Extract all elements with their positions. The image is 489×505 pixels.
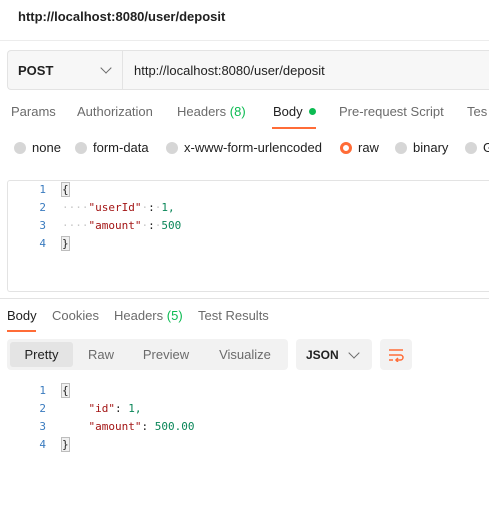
view-pretty-button[interactable]: Pretty [10, 342, 73, 367]
code-line: ····"amount"·:·500 [62, 219, 182, 232]
line-number: 1 [39, 384, 46, 397]
active-tab-indicator [272, 127, 316, 129]
line-number: 4 [39, 237, 46, 250]
radio-circle [395, 141, 407, 154]
chevron-down-icon [348, 346, 360, 359]
radio-label: G [483, 140, 489, 155]
open-brace: { [61, 383, 70, 398]
radio-circle-selected [340, 141, 352, 154]
code-line: } [61, 437, 70, 452]
tab-headers[interactable]: Headers (8) [177, 104, 246, 119]
code-line: } [61, 236, 70, 251]
json-value: 500.00 [154, 420, 195, 433]
method-select[interactable]: POST [8, 51, 123, 89]
url-input[interactable]: http://localhost:8080/user/deposit [134, 51, 325, 89]
tab-headers-count: (8) [229, 104, 246, 119]
json-key: "amount" [88, 219, 142, 232]
radio-none[interactable]: none [14, 140, 61, 155]
json-value: 1, [128, 402, 142, 415]
method-label: POST [18, 62, 54, 78]
response-tab-test-results[interactable]: Test Results [198, 308, 269, 323]
tab-headers-label: Headers [177, 104, 227, 119]
radio-label: raw [358, 140, 379, 155]
format-select[interactable]: JSON [296, 339, 372, 370]
format-label: JSON [306, 347, 339, 362]
radio-circle [75, 141, 87, 154]
code-line: { [61, 383, 70, 398]
chevron-down-icon [100, 62, 112, 74]
wrap-lines-button[interactable] [380, 339, 412, 370]
wrap-lines-icon [389, 348, 404, 362]
divider [0, 40, 489, 41]
close-brace: } [61, 236, 70, 251]
json-key: "userId" [88, 201, 142, 214]
line-number: 3 [39, 420, 46, 433]
radio-binary[interactable]: binary [395, 140, 448, 155]
response-tab-headers-count: (5) [166, 308, 183, 323]
code-line: { [61, 182, 70, 197]
view-preview-button[interactable]: Preview [131, 342, 201, 367]
line-number: 4 [39, 438, 46, 451]
radio-label: binary [413, 140, 449, 155]
response-tab-body[interactable]: Body [7, 308, 37, 323]
radio-circle [465, 141, 477, 154]
response-tab-headers[interactable]: Headers (5) [114, 308, 183, 323]
request-body-editor[interactable] [7, 180, 489, 292]
tab-body[interactable]: Body [273, 104, 316, 119]
tab-tests[interactable]: Tes [467, 104, 487, 119]
request-url-bar: POST http://localhost:8080/user/deposit [7, 50, 489, 90]
active-response-tab-indicator [7, 330, 36, 332]
line-number: 3 [39, 219, 46, 232]
json-value: 1, [161, 201, 175, 214]
close-brace: } [61, 437, 70, 452]
page-title: http://localhost:8080/user/deposit [18, 9, 226, 24]
radio-label: x-www-form-urlencoded [184, 140, 322, 155]
radio-circle [166, 141, 178, 154]
response-tab-headers-label: Headers [114, 308, 164, 323]
json-value: 500 [161, 219, 182, 232]
radio-circle [14, 141, 26, 154]
json-key: "amount" [88, 420, 142, 433]
tab-params[interactable]: Params [11, 104, 56, 119]
line-number: 2 [39, 402, 46, 415]
line-number: 2 [39, 201, 46, 214]
tab-authorization[interactable]: Authorization [77, 104, 153, 119]
response-divider [0, 298, 489, 299]
tab-pre-request-script[interactable]: Pre-request Script [339, 104, 444, 119]
body-status-dot [308, 108, 316, 116]
code-line: "id": 1, [88, 402, 142, 415]
json-key: "id" [88, 402, 116, 415]
code-line: "amount": 500.00 [88, 420, 195, 433]
tab-body-label: Body [273, 104, 303, 119]
view-raw-button[interactable]: Raw [75, 342, 127, 367]
code-line: ····"userId"·:·1, [62, 201, 175, 214]
line-number: 1 [39, 183, 46, 196]
radio-label: form-data [93, 140, 149, 155]
response-tab-cookies[interactable]: Cookies [52, 308, 99, 323]
view-mode-group: Pretty Raw Preview Visualize [7, 339, 288, 370]
radio-label: none [32, 140, 61, 155]
radio-graphql[interactable]: G [465, 140, 489, 155]
view-visualize-button[interactable]: Visualize [205, 342, 285, 367]
radio-raw[interactable]: raw [340, 140, 379, 155]
open-brace: { [61, 182, 70, 197]
radio-urlencoded[interactable]: x-www-form-urlencoded [166, 140, 322, 155]
radio-form-data[interactable]: form-data [75, 140, 149, 155]
